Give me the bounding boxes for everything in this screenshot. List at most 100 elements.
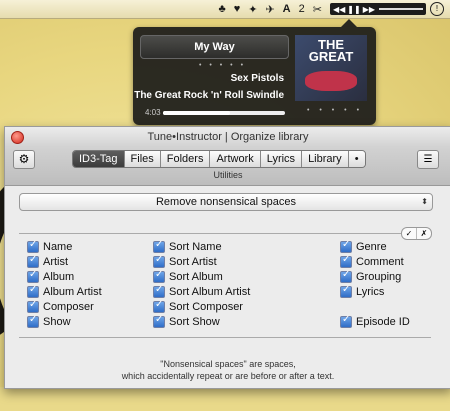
alert-icon[interactable]: !	[430, 2, 444, 16]
checkbox-checked-icon[interactable]	[27, 254, 39, 268]
checkbox-sort-name[interactable]: Sort Name	[153, 239, 222, 253]
checkbox-checked-icon[interactable]	[153, 314, 165, 328]
menubar-track[interactable]	[379, 8, 423, 10]
growl-icon[interactable]: ✦	[248, 3, 257, 16]
checkbox-grouping[interactable]: Grouping	[340, 269, 402, 283]
checkbox-label: Sort Artist	[169, 256, 217, 268]
tab-bar: ID3-Tag Files Folders Artwork Lyrics Library •	[72, 150, 366, 168]
checkbox-comment[interactable]: Comment	[340, 254, 404, 268]
checkbox-checked-icon[interactable]	[27, 269, 39, 283]
count-badge[interactable]: 2	[299, 3, 305, 15]
checkbox-label: Artist	[43, 256, 69, 268]
heart-icon[interactable]: ♥	[234, 3, 241, 15]
tab-lyrics[interactable]: Lyrics	[260, 151, 303, 167]
checkbox-sort-show[interactable]: Sort Show	[153, 314, 220, 328]
tab-folders[interactable]: Folders	[160, 151, 211, 167]
menubar: ♣ ♥ ✦ ✈ A 2 ✂ ◀◀ ❚❚ ▶▶ !	[0, 0, 450, 19]
action-select[interactable]: Remove nonsensical spaces ⬍	[19, 193, 433, 211]
checkbox-checked-icon[interactable]	[340, 284, 352, 298]
pause-icon[interactable]: ❚❚	[347, 5, 360, 14]
checkbox-label: Comment	[356, 256, 404, 268]
checkbox-checked-icon[interactable]	[153, 254, 165, 268]
checkbox-sort-album[interactable]: Sort Album	[153, 269, 223, 283]
separator	[19, 233, 405, 234]
tab-more[interactable]: •	[348, 151, 365, 167]
select-buttons: ✓ ✗	[401, 227, 432, 240]
rating-dots[interactable]: • • • • •	[199, 62, 246, 69]
tab-library[interactable]: Library	[302, 151, 349, 167]
checkbox-checked-icon[interactable]	[27, 299, 39, 313]
list-icon[interactable]: ☰	[417, 150, 439, 169]
menubar-player[interactable]: ◀◀ ❚❚ ▶▶	[329, 3, 426, 15]
checkbox-episode-id[interactable]: Episode ID	[340, 314, 410, 328]
help-note-line: "Nonsensical spaces" are spaces,	[160, 359, 296, 369]
widget-icon[interactable]: ♣	[218, 3, 225, 15]
checkbox-label: Grouping	[356, 271, 402, 283]
window-title: Tune•Instructor | Organize library	[147, 131, 309, 143]
checkbox-label: Composer	[43, 301, 94, 313]
checkbox-label: Lyrics	[356, 286, 385, 298]
adobe-icon[interactable]: A	[283, 3, 291, 15]
checkbox-album[interactable]: Album	[27, 269, 74, 283]
organize-library-window: Tune•Instructor | Organize library ⚙ ID3…	[4, 126, 450, 389]
checkbox-sort-artist[interactable]: Sort Artist	[153, 254, 217, 268]
checkbox-label: Genre	[356, 241, 387, 253]
checkbox-album-artist[interactable]: Album Artist	[27, 284, 102, 298]
checkbox-sort-album-artist[interactable]: Sort Album Artist	[153, 284, 251, 298]
checkbox-name[interactable]: Name	[27, 239, 72, 253]
tab-id3-tag[interactable]: ID3-Tag	[73, 151, 125, 167]
select-none-button[interactable]: ✗	[417, 228, 431, 239]
artwork-dots[interactable]: • • • • •	[307, 107, 363, 114]
checkbox-checked-icon[interactable]	[340, 269, 352, 283]
bird-icon[interactable]: ✈	[265, 3, 274, 16]
checkbox-checked-icon[interactable]	[153, 284, 165, 298]
now-playing-popup: My Way • • • • • Sex Pistols The Great R…	[133, 19, 376, 125]
help-note-line: which accidentally repeat or are before …	[121, 371, 335, 381]
checkbox-sort-composer[interactable]: Sort Composer	[153, 299, 243, 313]
previous-icon[interactable]: ◀◀	[333, 5, 345, 14]
tab-artwork[interactable]: Artwork	[210, 151, 261, 167]
checkbox-label: Album Artist	[43, 286, 102, 298]
checkbox-checked-icon[interactable]	[153, 239, 165, 253]
checkbox-checked-icon[interactable]	[27, 314, 39, 328]
chevron-updown-icon: ⬍	[421, 197, 428, 206]
select-all-button[interactable]: ✓	[402, 228, 417, 239]
checkbox-checked-icon[interactable]	[340, 239, 352, 253]
gear-icon[interactable]: ⚙	[13, 150, 35, 169]
checkbox-genre[interactable]: Genre	[340, 239, 387, 253]
checkbox-checked-icon[interactable]	[153, 299, 165, 313]
album-artwork: THE GREAT	[295, 35, 367, 101]
checkbox-label: Sort Composer	[169, 301, 243, 313]
titlebar: Tune•Instructor | Organize library	[5, 127, 450, 147]
next-icon[interactable]: ▶▶	[363, 5, 375, 14]
checkbox-show[interactable]: Show	[27, 314, 71, 328]
help-note: "Nonsensical spaces" are spaces, which a…	[5, 358, 450, 382]
checkbox-checked-icon[interactable]	[27, 284, 39, 298]
artist-name: Sex Pistols	[230, 73, 284, 84]
action-select-value: Remove nonsensical spaces	[155, 196, 297, 208]
song-title-button[interactable]: My Way	[140, 35, 289, 59]
checkbox-composer[interactable]: Composer	[27, 299, 94, 313]
album-name: The Great Rock 'n' Roll Swindle	[134, 90, 284, 101]
checkbox-checked-icon[interactable]	[153, 269, 165, 283]
checkbox-label: Episode ID	[356, 316, 410, 328]
progress-fill	[163, 111, 231, 115]
content-area: Remove nonsensical spaces ⬍ ✓ ✗ Name Arti…	[5, 186, 450, 388]
toolbar: ⚙ ID3-Tag Files Folders Artwork Lyrics Librar…	[5, 147, 450, 186]
elapsed-time: 4:03	[145, 108, 161, 117]
checkbox-lyrics[interactable]: Lyrics	[340, 284, 385, 298]
artwork-graphic	[305, 71, 357, 91]
progress-bar[interactable]	[163, 111, 285, 115]
checkbox-checked-icon[interactable]	[27, 239, 39, 253]
scissors-icon[interactable]: ✂	[313, 3, 322, 16]
checkbox-checked-icon[interactable]	[340, 314, 352, 328]
checkbox-artist[interactable]: Artist	[27, 254, 69, 268]
checkbox-checked-icon[interactable]	[340, 254, 352, 268]
separator	[19, 337, 431, 338]
toolbar-label: Utilities	[213, 170, 243, 180]
tab-files[interactable]: Files	[124, 151, 161, 167]
artwork-text: THE GREAT	[308, 37, 354, 64]
checkbox-label: Sort Album Artist	[169, 286, 251, 298]
checkbox-label: Show	[43, 316, 71, 328]
checkbox-label: Sort Name	[169, 241, 222, 253]
